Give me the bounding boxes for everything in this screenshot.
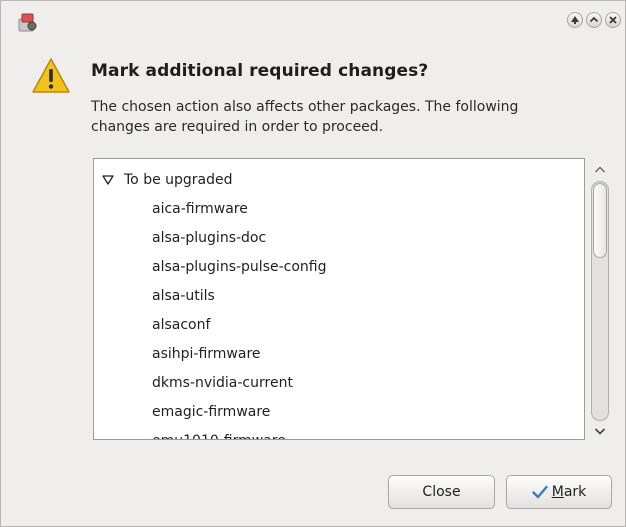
close-icon (609, 16, 617, 24)
group-to-be-upgraded[interactable]: To be upgraded (102, 169, 233, 191)
close-button-label: Close (422, 484, 461, 500)
scroll-down-icon[interactable] (594, 426, 606, 436)
list-item[interactable]: emu1010-firmware (152, 430, 286, 439)
list-item[interactable]: aica-firmware (152, 198, 248, 220)
close-button[interactable]: Close (388, 475, 495, 509)
scroll-up-icon[interactable] (594, 165, 606, 175)
dialog-description: The chosen action also affects other pac… (91, 99, 519, 135)
list-item[interactable]: dkms-nvidia-current (152, 372, 293, 394)
list-item[interactable]: emagic-firmware (152, 401, 270, 423)
dialog-title: Mark additional required changes? (91, 61, 429, 81)
keep-above-icon (571, 16, 579, 24)
title-bar[interactable] (1, 1, 625, 37)
changes-list[interactable]: To be upgraded aica-firmware alsa-plugin… (93, 158, 585, 440)
group-label: To be upgraded (124, 172, 233, 188)
scroll-trough[interactable] (591, 181, 609, 421)
list-item[interactable]: alsa-plugins-pulse-config (152, 256, 327, 278)
mark-mnemonic: M (551, 484, 564, 500)
list-item[interactable]: asihpi-firmware (152, 343, 261, 365)
app-icon (18, 13, 37, 32)
list-item[interactable]: alsaconf (152, 314, 210, 336)
list-scrollbar[interactable] (589, 161, 613, 441)
minimize-button[interactable] (586, 12, 602, 28)
checkmark-icon (532, 485, 548, 499)
warning-icon (32, 58, 70, 93)
keep-above-button[interactable] (567, 12, 583, 28)
mark-button[interactable]: Mark (506, 475, 612, 509)
minimize-icon (589, 16, 599, 23)
mark-label-rest: ark (563, 484, 587, 500)
dialog-window: Mark additional required changes? The ch… (0, 0, 626, 527)
close-window-button[interactable] (605, 12, 621, 28)
list-item[interactable]: alsa-utils (152, 285, 215, 307)
scroll-thumb[interactable] (593, 183, 607, 258)
expand-triangle-icon[interactable] (102, 175, 114, 185)
list-item[interactable]: alsa-plugins-doc (152, 227, 266, 249)
mark-button-label: Mark (552, 484, 587, 500)
